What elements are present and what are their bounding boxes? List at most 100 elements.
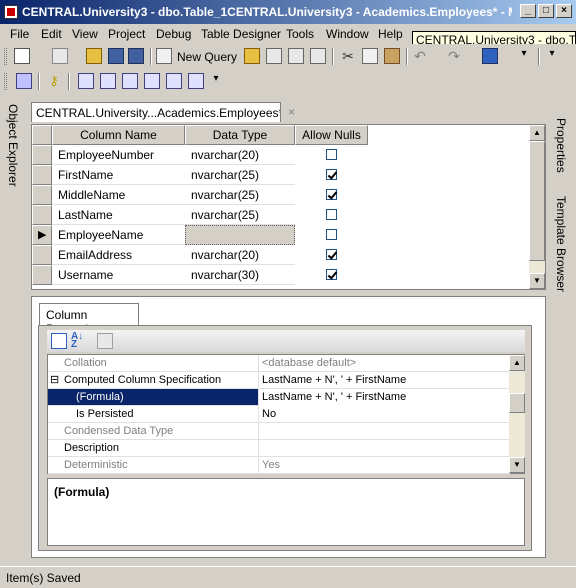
- property-value[interactable]: No: [258, 406, 510, 423]
- navigate-icon[interactable]: [482, 48, 498, 64]
- scroll-down-button[interactable]: ▼: [529, 273, 545, 289]
- scroll-up-button[interactable]: ▲: [509, 355, 525, 371]
- alphabetical-icon[interactable]: A↓ Z: [71, 332, 87, 350]
- xmla-query-icon[interactable]: [310, 48, 326, 64]
- property-value[interactable]: LastName + N', ' + FirstName: [258, 389, 510, 406]
- property-value[interactable]: [258, 440, 510, 457]
- property-row[interactable]: Computed Column Specification LastName + …: [48, 372, 510, 389]
- new-query-icon[interactable]: [156, 48, 172, 64]
- fulltext-index-icon[interactable]: [122, 73, 138, 89]
- row-selector[interactable]: [32, 145, 52, 165]
- property-value[interactable]: LastName + N', ' + FirstName: [258, 372, 510, 389]
- save-all-icon[interactable]: [128, 48, 144, 64]
- categorized-icon[interactable]: [51, 333, 67, 349]
- data-type-cell[interactable]: nvarchar(20): [185, 245, 295, 265]
- scroll-thumb[interactable]: [509, 393, 525, 413]
- minimize-button[interactable]: _: [520, 4, 536, 18]
- redo-icon[interactable]: ↷: [446, 48, 462, 64]
- column-name-cell[interactable]: MiddleName: [52, 185, 185, 205]
- header-allow-nulls[interactable]: Allow Nulls: [295, 125, 368, 145]
- indexes-icon[interactable]: [100, 73, 116, 89]
- object-explorer-panel[interactable]: Object Explorer: [4, 100, 24, 210]
- scroll-down-button[interactable]: ▼: [509, 457, 525, 473]
- header-data-type[interactable]: Data Type: [185, 125, 295, 145]
- properties-tab[interactable]: Properties: [554, 118, 568, 173]
- property-row[interactable]: Condensed Data Type: [48, 423, 510, 440]
- close-window-button[interactable]: ×: [556, 4, 572, 18]
- maximize-button[interactable]: □: [538, 4, 554, 18]
- column-properties-tab[interactable]: Column Properties: [39, 303, 139, 336]
- menu-debug[interactable]: Debug: [156, 27, 191, 41]
- allow-nulls-checkbox[interactable]: [326, 169, 337, 180]
- undo-icon[interactable]: ↶: [412, 48, 428, 64]
- primary-key-icon[interactable]: ⚷: [46, 73, 62, 89]
- menu-help[interactable]: Help: [378, 27, 403, 41]
- allow-nulls-checkbox[interactable]: [326, 229, 337, 240]
- new-project-icon[interactable]: [14, 48, 30, 64]
- property-value[interactable]: [258, 423, 510, 440]
- toolbar-options-icon[interactable]: ▾: [208, 73, 224, 89]
- row-selector[interactable]: [32, 245, 52, 265]
- generate-script-icon[interactable]: [16, 73, 32, 89]
- data-type-cell[interactable]: nvarchar(25): [185, 165, 295, 185]
- analysis-query-icon[interactable]: [266, 48, 282, 64]
- column-name-cell[interactable]: EmailAddress: [52, 245, 185, 265]
- toolbar-overflow-icon[interactable]: ▾: [516, 48, 532, 64]
- data-type-cell[interactable]: nvarchar(25): [185, 185, 295, 205]
- property-row[interactable]: (Formula) LastName + N', ' + FirstName: [48, 389, 510, 406]
- row-selector[interactable]: [32, 205, 52, 225]
- paste-icon[interactable]: [384, 48, 400, 64]
- grid-scrollbar[interactable]: ▲ ▼: [529, 125, 545, 289]
- column-name-cell[interactable]: EmployeeName: [52, 225, 185, 245]
- menu-edit[interactable]: Edit: [41, 27, 62, 41]
- header-column-name[interactable]: Column Name: [52, 125, 185, 145]
- add-item-icon[interactable]: [52, 48, 68, 64]
- menu-window[interactable]: Window: [326, 27, 369, 41]
- spatial-index-icon[interactable]: [188, 73, 204, 89]
- open-file-icon[interactable]: [86, 48, 102, 64]
- document-tab[interactable]: CENTRAL.University...Academics.Employees…: [31, 102, 281, 122]
- save-icon[interactable]: [108, 48, 124, 64]
- toolbar-grip[interactable]: [4, 73, 7, 90]
- data-type-cell[interactable]: nvarchar(25): [185, 205, 295, 225]
- property-value[interactable]: <database default>: [258, 355, 510, 372]
- allow-nulls-checkbox[interactable]: [326, 189, 337, 200]
- toolbar-options-icon[interactable]: ▾: [544, 48, 560, 64]
- template-browser-tab[interactable]: Template Browser: [554, 196, 568, 292]
- property-row[interactable]: Deterministic Yes: [48, 457, 510, 474]
- column-name-cell[interactable]: FirstName: [52, 165, 185, 185]
- allow-nulls-checkbox[interactable]: [326, 149, 337, 160]
- data-type-cell[interactable]: nvarchar(20): [185, 145, 295, 165]
- close-tab-button[interactable]: ×: [288, 105, 295, 119]
- row-selector[interactable]: ▶: [32, 225, 52, 245]
- property-row[interactable]: Collation <database default>: [48, 355, 510, 372]
- row-selector[interactable]: [32, 165, 52, 185]
- object-explorer-tab[interactable]: Object Explorer: [6, 104, 20, 187]
- menu-table-designer[interactable]: Table Designer: [201, 27, 281, 41]
- row-selector[interactable]: [32, 265, 52, 285]
- check-constraints-icon[interactable]: [166, 73, 182, 89]
- mdx-query-icon[interactable]: [288, 48, 304, 64]
- allow-nulls-checkbox[interactable]: [326, 269, 337, 280]
- copy-icon[interactable]: [362, 48, 378, 64]
- property-pages-icon[interactable]: [97, 333, 113, 349]
- menu-project[interactable]: Project: [108, 27, 145, 41]
- scroll-up-button[interactable]: ▲: [529, 125, 545, 141]
- allow-nulls-checkbox[interactable]: [326, 209, 337, 220]
- new-query-button[interactable]: New Query: [177, 50, 237, 64]
- allow-nulls-checkbox[interactable]: [326, 249, 337, 260]
- xml-index-icon[interactable]: [144, 73, 160, 89]
- column-name-cell[interactable]: LastName: [52, 205, 185, 225]
- column-name-cell[interactable]: Username: [52, 265, 185, 285]
- property-row[interactable]: Is Persisted No: [48, 406, 510, 423]
- data-type-cell[interactable]: [185, 225, 295, 245]
- menu-view[interactable]: View: [72, 27, 98, 41]
- collapse-icon[interactable]: ⊟: [50, 373, 59, 386]
- scroll-thumb[interactable]: [529, 141, 545, 261]
- data-type-cell[interactable]: nvarchar(30): [185, 265, 295, 285]
- cut-icon[interactable]: ✂: [340, 48, 356, 64]
- property-scrollbar[interactable]: ▲ ▼: [509, 355, 525, 473]
- toolbar-grip[interactable]: [4, 48, 7, 65]
- row-selector[interactable]: [32, 185, 52, 205]
- menu-tools[interactable]: Tools: [286, 27, 314, 41]
